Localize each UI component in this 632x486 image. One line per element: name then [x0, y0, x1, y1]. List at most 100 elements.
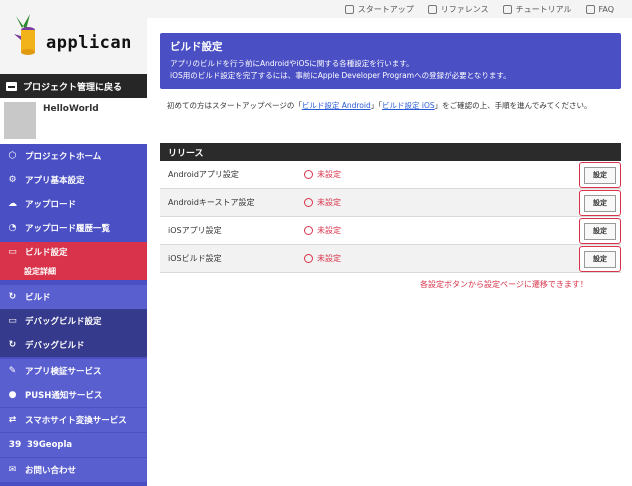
- sidebar-item-build[interactable]: ↻ ビルド: [0, 285, 147, 309]
- page-title: ビルド設定: [170, 41, 223, 53]
- status-badge: 未設定: [304, 197, 341, 208]
- banner-description-1: アプリのビルドを行う前にAndroidやiOSに関する各種設定を行います。: [170, 59, 414, 68]
- sidebar-item-label: プロジェクトホーム: [25, 152, 102, 162]
- sidebar-item-debug-build-settings[interactable]: ▭ デバッグビルド設定: [0, 309, 147, 333]
- sidebar-item-label: 設定詳細: [24, 266, 56, 276]
- reference-link[interactable]: リファレンス: [427, 4, 489, 15]
- status-badge: 未設定: [304, 225, 341, 236]
- circle-icon: [304, 226, 313, 235]
- startup-link[interactable]: スタートアップ: [344, 4, 414, 15]
- sidebar-item-label: アプリ基本設定: [25, 176, 85, 186]
- circle-icon: [304, 254, 313, 263]
- sidebar-item-debug-build[interactable]: ↻ デバッグビルド: [0, 333, 147, 357]
- build-settings-ios-link[interactable]: ビルド設定 iOS: [382, 101, 435, 110]
- status-badge: 未設定: [304, 169, 341, 180]
- sidebar-item-project-home[interactable]: ⬡ プロジェクトホーム: [0, 144, 147, 168]
- gear-icon: ⚙: [8, 175, 17, 185]
- faq-link[interactable]: FAQ: [585, 4, 615, 14]
- status-text: 未設定: [317, 254, 341, 263]
- tutorial-link[interactable]: チュートリアル: [502, 4, 572, 15]
- question-icon: [585, 4, 595, 14]
- chat-icon: ●: [8, 390, 17, 400]
- table-row: iOSビルド設定 未設定: [160, 245, 621, 273]
- table-row: Androidアプリ設定 未設定: [160, 161, 621, 189]
- status-badge: 未設定: [304, 253, 341, 264]
- history-icon: ◔: [8, 223, 17, 233]
- circle-icon: [304, 198, 313, 207]
- intro-post: 」をご確認の上、手順を進んでみてください。: [434, 101, 592, 110]
- reference-link-label: リファレンス: [440, 4, 489, 14]
- sidebar-item-label: アップロード履歴一覧: [25, 224, 111, 234]
- refresh-icon: ↻: [8, 340, 17, 350]
- rocket-icon: [344, 4, 354, 14]
- settings-button-label: 設定: [584, 222, 616, 240]
- setting-name: iOSビルド設定: [168, 254, 222, 263]
- cloud-upload-icon: ☁: [8, 199, 17, 209]
- graduation-cap-icon: [502, 4, 512, 14]
- faq-link-label: FAQ: [598, 4, 615, 14]
- wrench-icon: ✎: [8, 366, 17, 376]
- sidebar: applican プロジェクト管理に戻る HelloWorld ⬡ プロジェクト…: [0, 0, 147, 486]
- status-text: 未設定: [317, 170, 341, 179]
- setting-name: iOSアプリ設定: [168, 226, 222, 235]
- circle-icon: [304, 170, 313, 179]
- sidebar-item-label: デバッグビルド: [25, 341, 85, 351]
- sidebar-item-39geopla[interactable]: 39 39Geopla: [0, 433, 147, 457]
- status-text: 未設定: [317, 226, 341, 235]
- back-to-projects-button[interactable]: プロジェクト管理に戻る: [0, 74, 147, 98]
- sidebar-item-contact[interactable]: ✉ お問い合わせ: [0, 458, 147, 482]
- settings-button-label: 設定: [584, 250, 616, 268]
- ios-app-settings-button[interactable]: 設定: [579, 218, 621, 244]
- startup-link-label: スタートアップ: [357, 4, 414, 14]
- applican-logo-icon: [14, 14, 35, 55]
- logo-text: applican: [46, 33, 132, 53]
- setting-name: Androidキーストア設定: [168, 198, 255, 207]
- briefcase-icon: ▭: [8, 316, 17, 326]
- android-app-settings-button[interactable]: 設定: [579, 162, 621, 188]
- sidebar-item-label: アプリ検証サービス: [25, 367, 102, 377]
- intro-mid: 」「: [370, 101, 382, 110]
- sidebar-item-label: スマホサイト変換サービス: [25, 416, 127, 426]
- sidebar-item-app-verification[interactable]: ✎ アプリ検証サービス: [0, 359, 147, 383]
- release-title: リリース: [168, 148, 204, 159]
- setting-name: Androidアプリ設定: [168, 170, 239, 179]
- sidebar-item-smartphone-site[interactable]: ⇄ スマホサイト変換サービス: [0, 408, 147, 432]
- release-section-header: リリース: [160, 143, 621, 161]
- folder-icon: [6, 81, 17, 91]
- tutorial-link-label: チュートリアル: [515, 4, 572, 14]
- project-card[interactable]: HelloWorld: [0, 98, 147, 144]
- sidebar-item-settings-detail[interactable]: 設定詳細: [0, 262, 147, 280]
- top-bar: スタートアップ リファレンス チュートリアル FAQ: [147, 0, 632, 18]
- sidebar-item-label: デバッグビルド設定: [25, 317, 102, 327]
- sidebar-item-label: ビルド: [25, 293, 51, 303]
- status-text: 未設定: [317, 198, 341, 207]
- sidebar-item-label: 39Geopla: [27, 440, 73, 450]
- sidebar-item-push-notification[interactable]: ● PUSH通知サービス: [0, 383, 147, 407]
- ios-build-settings-button[interactable]: 設定: [579, 246, 621, 272]
- project-name: HelloWorld: [43, 104, 99, 114]
- build-settings-android-link[interactable]: ビルド設定 Android: [302, 101, 371, 110]
- sidebar-item-build-settings[interactable]: ▭ ビルド設定: [0, 242, 147, 262]
- table-row: iOSアプリ設定 未設定: [160, 217, 621, 245]
- refresh-icon: ↻: [8, 292, 17, 302]
- sidebar-item-label: ビルド設定: [25, 248, 68, 258]
- intro-pre: 初めての方はスタートアップページの「: [167, 101, 302, 110]
- sidebar-item-app-settings[interactable]: ⚙ アプリ基本設定: [0, 168, 147, 192]
- project-thumbnail: [4, 102, 36, 139]
- sidebar-item-label: お問い合わせ: [25, 466, 77, 476]
- settings-button-label: 設定: [584, 166, 616, 184]
- settings-hint-text: 各設定ボタンから設定ページに遷移できます！: [420, 280, 588, 289]
- sidebar-item-label: アップロード: [25, 200, 77, 210]
- intro-text: 初めての方はスタートアップページの「ビルド設定 Android」「ビルド設定 i…: [167, 101, 612, 111]
- android-keystore-settings-button[interactable]: 設定: [579, 190, 621, 216]
- sidebar-item-label: PUSH通知サービス: [25, 391, 103, 401]
- geopla-39-icon: 39: [8, 440, 22, 450]
- sidebar-item-upload-history[interactable]: ◔ アップロード履歴一覧: [0, 216, 147, 240]
- logo-area[interactable]: applican: [0, 0, 147, 74]
- sidebar-item-upload[interactable]: ☁ アップロード: [0, 192, 147, 216]
- settings-button-label: 設定: [584, 194, 616, 212]
- book-icon: [427, 4, 437, 14]
- mail-icon: ✉: [8, 465, 17, 475]
- briefcase-icon: ▭: [8, 247, 17, 257]
- cube-icon: ⬡: [8, 151, 17, 161]
